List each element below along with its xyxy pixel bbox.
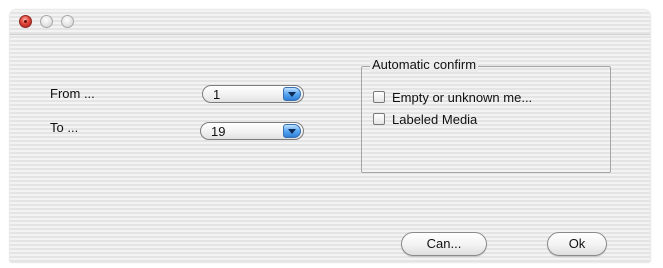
close-icon[interactable]	[19, 15, 32, 28]
empty-unknown-media-label: Empty or unknown me...	[392, 89, 533, 105]
option-labeled-media[interactable]: Labeled Media	[373, 111, 477, 127]
zoom-icon[interactable]	[61, 15, 74, 28]
cancel-button[interactable]: Can...	[401, 232, 487, 256]
from-value: 1	[213, 87, 221, 102]
empty-unknown-media-checkbox[interactable]	[373, 91, 385, 103]
to-popup[interactable]: 19	[200, 122, 304, 140]
dialog-window: From ... 1 To ... 19 Automatic confirm E…	[10, 10, 650, 262]
automatic-confirm-title: Automatic confirm	[370, 57, 479, 72]
chevron-down-icon	[283, 87, 301, 101]
from-popup[interactable]: 1	[202, 85, 304, 103]
labeled-media-label: Labeled Media	[392, 111, 478, 127]
labeled-media-checkbox[interactable]	[373, 113, 385, 125]
minimize-icon[interactable]	[40, 15, 53, 28]
ok-button[interactable]: Ok	[547, 232, 607, 256]
to-label: To ...	[50, 120, 79, 135]
from-label: From ...	[50, 86, 95, 101]
title-bar[interactable]	[10, 10, 650, 35]
option-empty-unknown-media[interactable]: Empty or unknown me...	[373, 89, 532, 105]
chevron-down-icon	[283, 124, 301, 138]
to-value: 19	[211, 124, 226, 139]
